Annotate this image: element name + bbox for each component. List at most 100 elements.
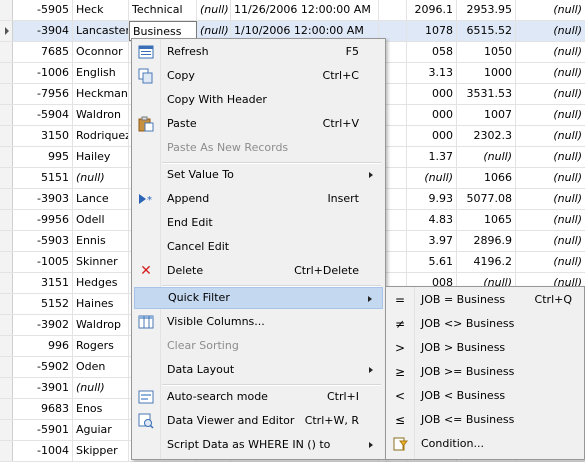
table-cell[interactable]: 1007 [457,105,516,125]
row-header[interactable] [0,231,13,251]
menu-item-end-edit[interactable]: End Edit [134,212,383,234]
table-cell[interactable]: -7956 [13,84,73,104]
table-cell[interactable]: 9.93 [407,189,457,209]
menu-item-cancel-edit[interactable]: Cancel Edit [134,236,383,258]
table-cell[interactable]: Hedges [73,273,129,293]
filter-not-equals[interactable]: ≠ JOB <> Business [388,312,582,336]
table-cell[interactable]: (null) [516,42,585,62]
table-cell[interactable]: Oden [73,357,129,377]
table-cell[interactable]: (null) [516,21,585,41]
row-header[interactable] [0,420,13,440]
filter-condition[interactable]: Condition... [388,432,582,456]
table-cell[interactable]: -5903 [13,231,73,251]
table-cell[interactable]: 3150 [13,126,73,146]
table-cell[interactable]: Oconnor [73,42,129,62]
table-cell[interactable]: (null) [516,84,585,104]
menu-item-clear-sorting[interactable]: Clear Sorting [134,335,383,357]
table-cell[interactable]: English [73,63,129,83]
table-cell[interactable]: Technical [129,0,197,20]
table-cell[interactable]: 3.13 [407,63,457,83]
menu-item-set-value-to[interactable]: Set Value To [134,164,383,186]
table-cell[interactable]: -5905 [13,0,73,20]
row-header[interactable] [0,441,13,461]
table-cell[interactable]: (null) [516,147,585,167]
table-cell[interactable]: 5077.08 [457,189,516,209]
table-cell[interactable]: (null) [73,168,129,188]
row-header[interactable] [0,0,13,20]
row-header[interactable] [0,63,13,83]
table-cell[interactable]: 6515.52 [457,21,516,41]
table-cell[interactable]: 7685 [13,42,73,62]
menu-item-visible-columns[interactable]: Visible Columns... [134,311,383,333]
table-cell[interactable]: -5902 [13,357,73,377]
menu-item-paste[interactable]: Paste Ctrl+V [134,113,383,135]
table-cell[interactable]: 3.97 [407,231,457,251]
table-cell[interactable]: 1065 [457,210,516,230]
table-cell[interactable]: -1004 [13,441,73,461]
table-cell[interactable]: -1005 [13,252,73,272]
menu-item-script-data-where-in[interactable]: Script Data as WHERE IN () to [134,434,383,456]
table-cell[interactable]: (null) [516,126,585,146]
table-cell[interactable]: 000 [407,126,457,146]
row-header[interactable] [0,399,13,419]
table-cell[interactable]: Waldron [73,105,129,125]
menu-item-refresh[interactable]: Refresh F5 [134,41,383,63]
table-cell[interactable]: 058 [407,42,457,62]
table-cell[interactable]: -3901 [13,378,73,398]
table-cell[interactable]: -3904 [13,21,73,41]
table-cell[interactable]: 000 [407,84,457,104]
menu-item-auto-search-mode[interactable]: Auto-search mode Ctrl+I [134,386,383,408]
menu-item-quick-filter[interactable]: Quick Filter [134,287,383,309]
table-cell[interactable]: (null) [516,231,585,251]
table-cell[interactable]: 1050 [457,42,516,62]
table-cell[interactable]: Skipper [73,441,129,461]
menu-item-delete[interactable]: ✕ Delete Ctrl+Delete [134,260,383,282]
row-header[interactable] [0,357,13,377]
filter-less-or-equal[interactable]: ≤ JOB <= Business [388,408,582,432]
table-cell[interactable]: 2096.1 [407,0,457,20]
table-cell[interactable]: Haines [73,294,129,314]
row-header[interactable] [0,168,13,188]
row-header[interactable] [0,210,13,230]
table-cell[interactable]: 000 [407,105,457,125]
table-cell[interactable]: 1.37 [407,147,457,167]
table-cell[interactable]: -5901 [13,420,73,440]
menu-item-paste-as-new-records[interactable]: Paste As New Records [134,137,383,159]
table-cell[interactable]: 9683 [13,399,73,419]
table-cell[interactable]: 5151 [13,168,73,188]
table-cell[interactable]: (null) [516,189,585,209]
table-cell[interactable]: Heck [73,0,129,20]
row-header[interactable] [0,294,13,314]
table-cell[interactable]: (null) [516,63,585,83]
row-header[interactable] [0,273,13,293]
table-cell[interactable]: (null) [516,252,585,272]
row-header[interactable] [0,105,13,125]
table-cell[interactable]: 11/26/2006 12:00:00 AM [231,0,379,20]
table-cell[interactable]: Rogers [73,336,129,356]
filter-equals[interactable]: = JOB = Business Ctrl+Q [388,288,582,312]
table-cell[interactable]: (null) [516,168,585,188]
table-cell[interactable]: 1066 [457,168,516,188]
table-row[interactable]: -5905 Heck Technical (null) 11/26/2006 12:00… [0,0,585,21]
menu-item-append[interactable]: * Append Insert [134,188,383,210]
table-cell[interactable]: Rodriquez [73,126,129,146]
filter-greater-than[interactable]: > JOB > Business [388,336,582,360]
table-cell[interactable]: 4196.2 [457,252,516,272]
row-header[interactable] [0,378,13,398]
table-cell[interactable]: (null) [73,378,129,398]
table-cell[interactable]: -3903 [13,189,73,209]
table-cell[interactable]: Odell [73,210,129,230]
table-cell[interactable]: (null) [197,0,231,20]
row-header[interactable] [0,42,13,62]
table-cell[interactable]: (null) [516,0,585,20]
row-header[interactable] [0,126,13,146]
table-cell[interactable]: 3151 [13,273,73,293]
table-cell[interactable]: 5.61 [407,252,457,272]
table-cell[interactable]: 2302.3 [457,126,516,146]
table-cell[interactable]: 4.83 [407,210,457,230]
menu-item-copy-with-header[interactable]: Copy With Header [134,89,383,111]
table-cell[interactable]: 5152 [13,294,73,314]
filter-greater-or-equal[interactable]: ≥ JOB >= Business [388,360,582,384]
table-cell[interactable]: Heckman [73,84,129,104]
table-cell[interactable]: -1006 [13,63,73,83]
